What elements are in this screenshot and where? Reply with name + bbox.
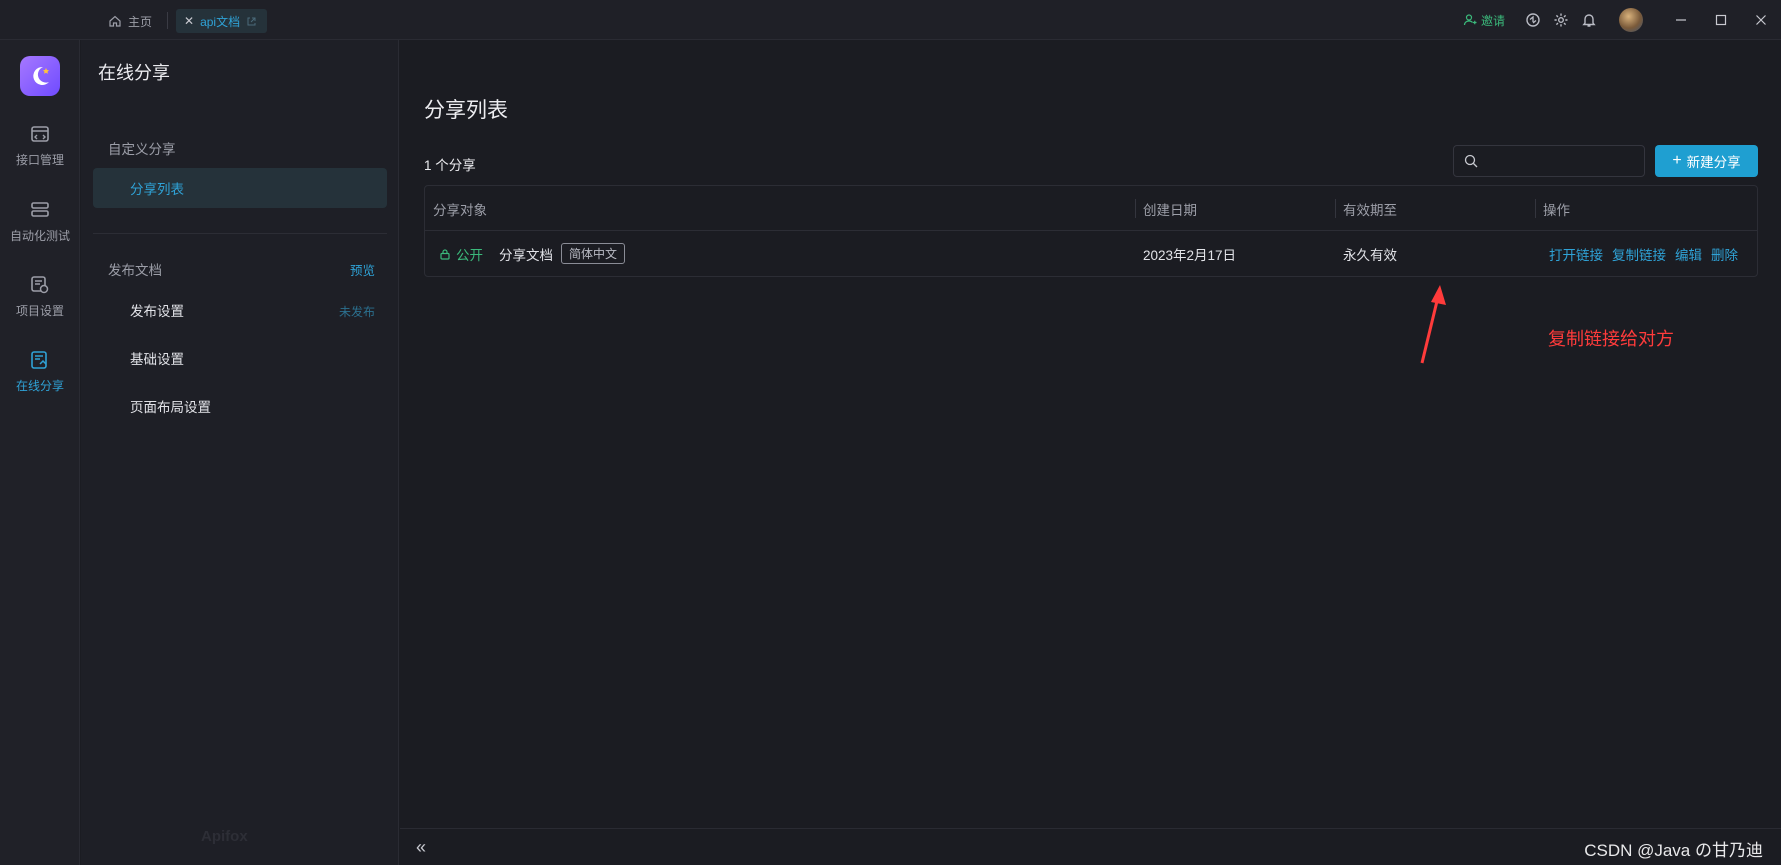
main-content: 分享列表 1 个分享 + 新建分享 分享对象 创建日期 有效期至 操作 公开 分… [400, 40, 1781, 865]
edit-button[interactable]: 编辑 [1675, 244, 1702, 264]
tab-home-label: 主页 [128, 14, 153, 29]
sidebar-item-layout-settings-label: 页面布局设置 [130, 400, 211, 415]
footer-bar: « CSDN @Java の甘乃迪 [400, 828, 1781, 865]
nav-automation-test-label: 自动化测试 [9, 229, 70, 243]
search-icon [1464, 154, 1478, 168]
nav-api-management[interactable]: 接口管理 [0, 123, 80, 168]
column-header-created: 创建日期 [1143, 202, 1197, 218]
tab-api-docs[interactable]: ✕ api文档 [176, 9, 268, 33]
visibility-cell: 公开 [439, 231, 483, 276]
search-box[interactable] [1453, 145, 1645, 177]
column-divider [1135, 199, 1136, 218]
expires-cell: 永久有效 [1343, 247, 1397, 263]
add-user-icon [1463, 14, 1477, 26]
project-settings-icon [31, 276, 49, 294]
tab-api-docs-label: api文档 [200, 14, 241, 29]
share-icon [31, 351, 47, 369]
preview-link[interactable]: 预览 [350, 260, 375, 279]
maximize-button[interactable] [1701, 0, 1741, 40]
new-share-label: 新建分享 [1686, 155, 1741, 170]
page-title: 分享列表 [424, 99, 508, 122]
home-icon [109, 15, 121, 27]
visibility-label: 公开 [456, 247, 483, 263]
table-row: 公开 分享文档 简体中文 2023年2月17日 永久有效 打开链接 复制链接 编… [425, 231, 1757, 276]
publish-status: 未发布 [338, 305, 375, 319]
annotation-text: 复制链接给对方 [1548, 329, 1674, 349]
delete-button[interactable]: 删除 [1711, 244, 1738, 264]
sidebar-item-basic-settings[interactable]: 基础设置 [93, 338, 387, 378]
minimize-button[interactable] [1661, 0, 1701, 40]
sidebar-item-share-list[interactable]: 分享列表 [93, 168, 387, 208]
apifox-watermark: Apifox [201, 828, 248, 845]
new-share-button[interactable]: + 新建分享 [1655, 145, 1758, 177]
csdn-watermark: CSDN @Java の甘乃迪 [1584, 841, 1763, 860]
title-bar: 主页 ✕ api文档 邀请 [0, 0, 1781, 40]
group-custom-share: 自定义分享 [108, 142, 176, 157]
column-header-actions: 操作 [1543, 202, 1570, 218]
nav-online-share[interactable]: 在线分享 [0, 349, 80, 394]
share-name: 分享文档 [499, 247, 553, 263]
bell-icon[interactable] [1575, 6, 1603, 34]
column-divider [1335, 199, 1336, 218]
column-header-expires: 有效期至 [1343, 202, 1397, 218]
share-table: 分享对象 创建日期 有效期至 操作 公开 分享文档 简体中文 2023年2月17… [424, 185, 1758, 277]
plus-icon: + [1672, 152, 1682, 169]
external-link-icon[interactable] [246, 16, 257, 27]
column-header-target: 分享对象 [433, 202, 487, 218]
tab-home[interactable]: 主页 [100, 9, 160, 33]
created-date-cell: 2023年2月17日 [1143, 247, 1237, 263]
open-link-button[interactable]: 打开链接 [1549, 244, 1603, 264]
invite-button[interactable]: 邀请 [1463, 12, 1505, 29]
nav-api-management-label: 接口管理 [15, 153, 64, 167]
copy-link-button[interactable]: 复制链接 [1612, 244, 1666, 264]
invite-label: 邀请 [1480, 13, 1505, 28]
share-sidebar: 在线分享 自定义分享 分享列表 发布文档 预览 发布设置 未发布 基础设置 页面… [81, 40, 399, 865]
language-badge: 简体中文 [561, 243, 626, 264]
column-divider [1535, 199, 1536, 218]
sync-icon[interactable] [1519, 6, 1547, 34]
api-icon [31, 126, 49, 142]
nav-automation-test[interactable]: 自动化测试 [0, 199, 80, 244]
app-logo [20, 56, 60, 96]
search-input[interactable] [1486, 153, 1636, 169]
group-publish-docs: 发布文档 [108, 263, 162, 278]
close-window-button[interactable] [1741, 0, 1781, 40]
sidebar-item-share-list-label: 分享列表 [130, 182, 184, 197]
share-target-cell: 分享文档 简体中文 [499, 231, 626, 276]
share-count: 1 个分享 [424, 158, 476, 173]
actions-cell: 打开链接 复制链接 编辑 删除 [1549, 231, 1738, 276]
collapse-sidebar-button[interactable]: « [416, 837, 426, 858]
sidebar-item-layout-settings[interactable]: 页面布局设置 [93, 386, 387, 426]
titlebar-actions: 邀请 [1463, 0, 1781, 40]
nav-project-settings[interactable]: 项目设置 [0, 274, 80, 319]
avatar[interactable] [1619, 8, 1643, 32]
sidebar-item-basic-settings-label: 基础设置 [130, 352, 184, 367]
nav-online-share-label: 在线分享 [15, 379, 64, 393]
tab-divider [167, 12, 168, 29]
sidebar-item-publish-settings-label: 发布设置 [130, 304, 184, 319]
sidebar-title: 在线分享 [98, 63, 170, 83]
table-header: 分享对象 创建日期 有效期至 操作 [425, 186, 1757, 231]
lock-icon [440, 248, 450, 260]
annotation-arrow [1420, 285, 1446, 364]
gear-icon[interactable] [1547, 6, 1575, 34]
nav-project-settings-label: 项目设置 [15, 304, 64, 318]
automation-icon [31, 202, 49, 217]
sidebar-divider [93, 233, 387, 234]
close-icon[interactable]: ✕ [184, 14, 194, 28]
main-nav-rail: 接口管理 自动化测试 项目设置 在线分享 [0, 40, 80, 865]
